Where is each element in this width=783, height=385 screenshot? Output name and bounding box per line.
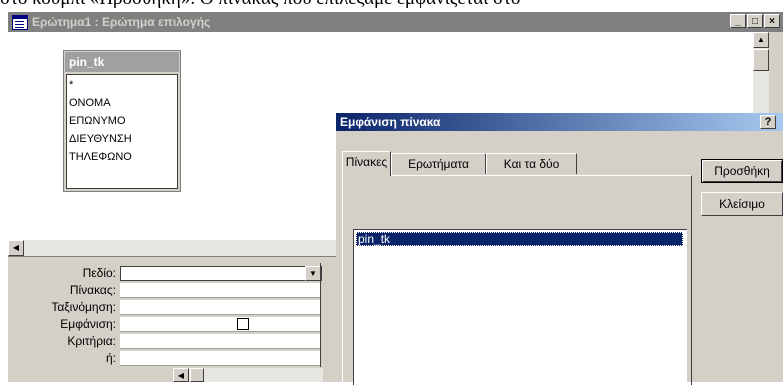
close-button[interactable]: ×: [764, 14, 780, 28]
show-table-dialog: Εμφάνιση πίνακα ? Πίνακες Ερωτήματα Και …: [336, 113, 783, 385]
grid-cell-or[interactable]: [120, 351, 320, 366]
grid-cell-field[interactable]: ▼: [120, 266, 322, 281]
chevron-down-icon[interactable]: ▼: [305, 266, 321, 281]
grid-cell-show[interactable]: [120, 317, 320, 332]
grid-label-table: Πίνακας:: [69, 283, 116, 297]
maximize-button[interactable]: □: [747, 14, 763, 28]
add-button[interactable]: Προσθήκη: [701, 159, 783, 183]
minimize-button[interactable]: _: [730, 14, 746, 28]
close-dialog-button[interactable]: Κλείσιμο: [701, 192, 783, 216]
grid-label-field: Πεδίο:: [82, 266, 116, 280]
grid-label-sort: Ταξινόμηση:: [51, 300, 116, 314]
query-window-title: Ερώτημα1 : Ερώτημα επιλογής: [32, 15, 211, 29]
horizontal-scrollbar-grid[interactable]: ◀: [173, 368, 323, 382]
grid-cell-criteria[interactable]: [120, 334, 320, 349]
grid-label-show: Εμφάνιση:: [60, 317, 116, 331]
field-item-onoma[interactable]: ΟΝΟΜΑ: [69, 97, 111, 109]
table-field-list-title[interactable]: pin_tk: [65, 52, 179, 72]
table-field-list[interactable]: pin_tk * ΟΝΟΜΑ ΕΠΩΝΥΜΟ ΔΙΕΥΘΥΝΣΗ ΤΗΛΕΦΩΝ…: [63, 50, 181, 192]
scroll-thumb[interactable]: [190, 368, 204, 382]
grid-cell-sort[interactable]: [120, 300, 320, 315]
grid-column-divider: [320, 263, 321, 367]
show-checkbox[interactable]: [237, 318, 249, 330]
grid-cell-table[interactable]: [120, 283, 320, 298]
dialog-title: Εμφάνιση πίνακα: [340, 115, 441, 129]
dialog-titlebar[interactable]: Εμφάνιση πίνακα ?: [336, 113, 783, 131]
arrow-left-icon[interactable]: ◀: [8, 240, 24, 256]
grid-label-criteria: Κριτήρια:: [67, 334, 116, 348]
scroll-thumb[interactable]: [753, 49, 769, 71]
query-window-titlebar[interactable]: Ερώτημα1 : Ερώτημα επιλογής _ □ ×: [8, 12, 783, 32]
field-item-dieuthynsh[interactable]: ΔΙΕΥΘΥΝΣΗ: [69, 133, 132, 145]
query-icon: [12, 15, 28, 30]
arrow-up-icon[interactable]: ▲: [753, 32, 769, 48]
help-button[interactable]: ?: [760, 115, 776, 129]
field-item-all[interactable]: *: [69, 79, 73, 91]
arrow-left-icon[interactable]: ◀: [173, 368, 189, 382]
field-item-thlefono[interactable]: ΤΗΛΕΦΩΝΟ: [69, 151, 132, 163]
field-item-eponymo[interactable]: ΕΠΩΝΥΜΟ: [69, 115, 126, 127]
field-list[interactable]: * ΟΝΟΜΑ ΕΠΩΝΥΜΟ ΔΙΕΥΘΥΝΣΗ ΤΗΛΕΦΩΝΟ: [66, 74, 178, 189]
page-caption-text: στο κουμπί «Προσθήκη». Ο πίνακας που επι…: [0, 0, 783, 8]
tab-tables[interactable]: Πίνακες: [342, 151, 391, 176]
tab-both[interactable]: Και τα δύο: [486, 153, 577, 174]
grid-label-or: ή:: [105, 351, 116, 365]
tab-queries[interactable]: Ερωτήματα: [391, 153, 486, 174]
table-listbox[interactable]: pin_tk: [353, 229, 687, 385]
list-item[interactable]: pin_tk: [356, 232, 683, 246]
